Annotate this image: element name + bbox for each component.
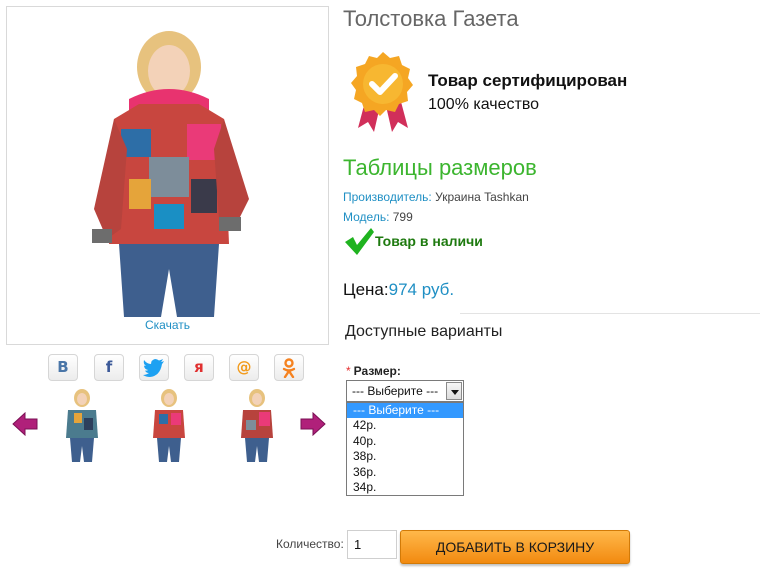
- chevron-down-icon[interactable]: [446, 382, 462, 400]
- facebook-icon: f: [105, 358, 113, 376]
- price-row: Цена:974 руб.: [343, 280, 454, 300]
- vk-share-button[interactable]: B: [48, 354, 78, 381]
- thumbnail-image[interactable]: [237, 388, 277, 462]
- size-option[interactable]: 34р.: [347, 480, 463, 495]
- twitter-share-button[interactable]: [139, 354, 169, 381]
- manufacturer-label[interactable]: Производитель:: [343, 190, 432, 204]
- size-select[interactable]: --- Выберите ---: [346, 380, 464, 402]
- manufacturer-value: Украина Tashkan: [435, 190, 529, 204]
- manufacturer-line: Производитель: Украина Tashkan: [343, 190, 529, 204]
- arrow-right-icon[interactable]: [300, 412, 326, 436]
- required-mark: *: [346, 364, 351, 378]
- moimir-icon: я: [194, 358, 204, 376]
- quantity-label: Количество:: [276, 537, 344, 551]
- divider: [460, 313, 760, 314]
- quantity-input[interactable]: [347, 530, 397, 559]
- certificate-title: Товар сертифицирован: [428, 71, 628, 90]
- thumbnail-image[interactable]: [62, 388, 102, 462]
- size-table-link[interactable]: Таблицы размеров: [343, 155, 537, 181]
- add-to-cart-button[interactable]: ДОБАВИТЬ В КОРЗИНУ: [400, 530, 630, 564]
- thumbnail-image[interactable]: [149, 388, 189, 462]
- model-line: Модель: 799: [343, 210, 413, 224]
- size-label-text: Размер:: [353, 364, 401, 378]
- size-option[interactable]: 42р.: [347, 418, 463, 433]
- size-option[interactable]: --- Выберите ---: [347, 403, 463, 419]
- thumbnail-carousel: [12, 384, 332, 464]
- stock-status: Товар в наличи: [375, 233, 483, 249]
- arrow-left-icon[interactable]: [12, 412, 38, 436]
- size-dropdown-list: --- Выберите --- 42р. 40р. 38р. 36р. 34р…: [346, 402, 464, 496]
- size-option[interactable]: 36р.: [347, 465, 463, 480]
- size-option[interactable]: 40р.: [347, 434, 463, 449]
- options-title: Доступные варианты: [345, 323, 503, 340]
- odnoklassniki-icon: [282, 357, 296, 378]
- product-photo[interactable]: [59, 29, 277, 317]
- certificate-subtitle: 100% качество: [428, 96, 540, 113]
- checkmark-icon: [345, 228, 374, 255]
- product-title: Толстовка Газета: [343, 6, 519, 31]
- odnoklassniki-share-button[interactable]: [274, 354, 304, 381]
- facebook-share-button[interactable]: f: [94, 354, 124, 381]
- price-value: 974 руб.: [388, 280, 455, 299]
- vk-icon: B: [57, 358, 69, 376]
- moimir-share-button[interactable]: я: [184, 354, 214, 381]
- mailru-icon: @: [236, 358, 252, 376]
- download-link[interactable]: Скачать: [7, 318, 328, 332]
- certificate-badge-icon: [351, 52, 413, 132]
- mailru-share-button[interactable]: @: [229, 354, 259, 381]
- size-label: * Размер:: [346, 364, 401, 378]
- model-label: Модель:: [343, 210, 390, 224]
- size-option[interactable]: 38р.: [347, 449, 463, 464]
- twitter-icon: [143, 358, 164, 377]
- main-image-frame: Скачать: [6, 6, 329, 345]
- price-label: Цена:: [343, 280, 389, 299]
- model-value: 799: [392, 210, 413, 224]
- size-select-value: --- Выберите ---: [352, 384, 439, 398]
